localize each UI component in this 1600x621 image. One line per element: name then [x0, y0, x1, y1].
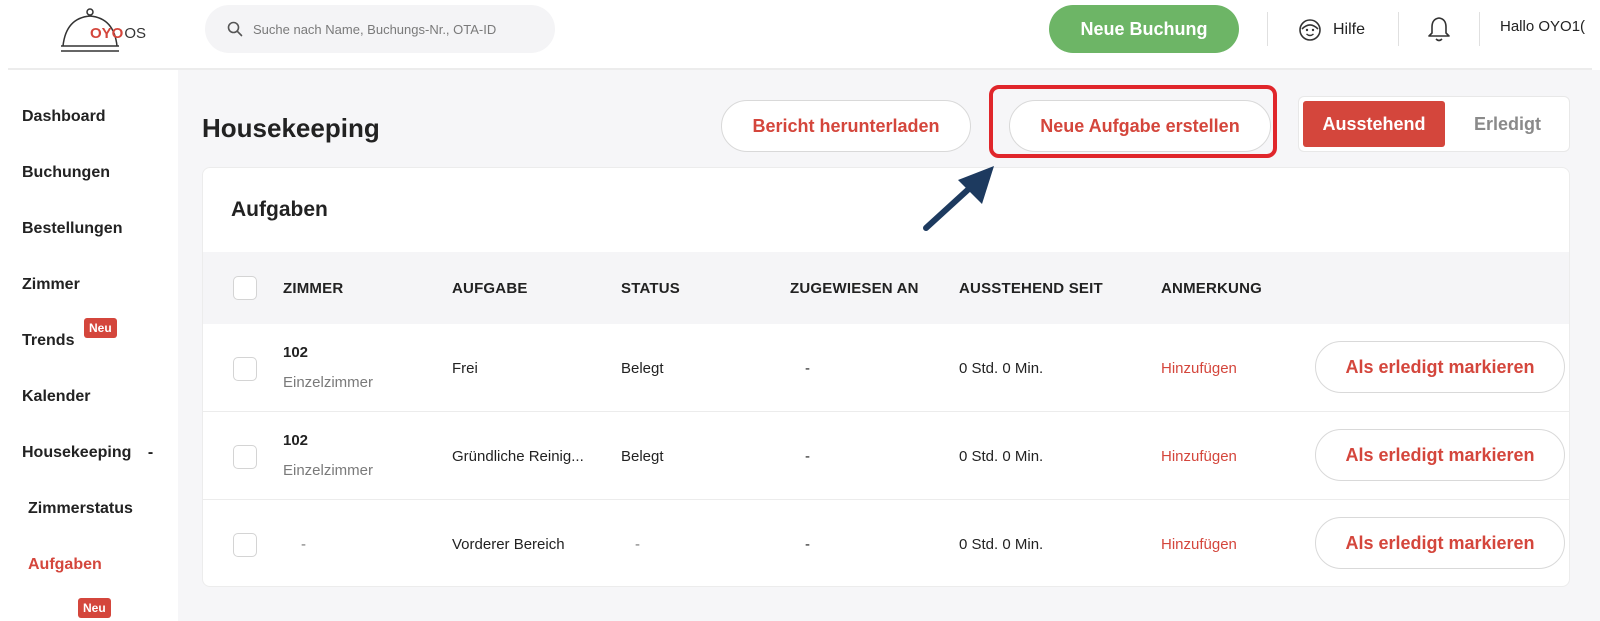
row-checkbox[interactable] — [233, 357, 257, 381]
sidebar-item-orders[interactable]: Bestellungen — [22, 220, 122, 238]
table-row: 102 Einzelzimmer Gründliche Reinig... Be… — [203, 412, 1569, 500]
mark-done-button[interactable]: Als erledigt markieren — [1315, 429, 1565, 481]
sidebar-item-bookings[interactable]: Buchungen — [22, 164, 110, 182]
oyo-os-logo[interactable]: OYOOS — [58, 4, 158, 56]
header-divider — [1398, 12, 1399, 46]
header-divider — [1479, 12, 1480, 46]
highlight-box — [989, 85, 1277, 158]
collapse-indicator: - — [147, 444, 154, 461]
task-name: Frei — [452, 360, 478, 377]
room-status: - — [635, 536, 640, 553]
tab-pending[interactable]: Ausstehend — [1303, 101, 1445, 147]
assigned-to: - — [805, 536, 810, 553]
tasks-card: Aufgaben ZIMMER AUFGABE STATUS ZUGEWIESE… — [202, 167, 1570, 587]
table-row: - Vorderer Bereich - - 0 Std. 0 Min. Hin… — [203, 500, 1569, 586]
help-link[interactable]: Hilfe — [1297, 17, 1365, 43]
sidebar-item-housekeeping[interactable]: Housekeeping - — [22, 444, 153, 462]
header-divider — [1267, 12, 1268, 46]
sidebar-item-tasks[interactable]: Aufgaben — [28, 556, 102, 574]
mark-done-button[interactable]: Als erledigt markieren — [1315, 341, 1565, 393]
select-all-checkbox[interactable] — [233, 276, 257, 300]
user-greeting[interactable]: Hallo OYO1( — [1500, 18, 1585, 35]
help-face-icon — [1299, 19, 1321, 41]
column-header: ANMERKUNG — [1161, 280, 1262, 297]
table-header: ZIMMER AUFGABE STATUS ZUGEWIESEN AN AUSS… — [203, 252, 1569, 324]
sidebar-item-calendar[interactable]: Kalender — [22, 388, 90, 406]
logo-wordmark: OYOOS — [90, 25, 146, 42]
column-header: ZUGEWIESEN AN — [790, 280, 919, 297]
new-booking-button[interactable]: Neue Buchung — [1049, 5, 1239, 53]
mark-done-button[interactable]: Als erledigt markieren — [1315, 517, 1565, 569]
task-name: Vorderer Bereich — [452, 536, 565, 553]
sidebar-item-trends[interactable]: Trends — [22, 332, 74, 350]
help-label: Hilfe — [1333, 21, 1366, 38]
sidebar-item-dashboard[interactable]: Dashboard — [22, 108, 106, 126]
task-name: Gründliche Reinig... — [452, 448, 584, 465]
pending-since: 0 Std. 0 Min. — [959, 448, 1044, 465]
search-icon — [227, 21, 243, 37]
top-header: OYOOS Neue Buchung Hilfe Hallo OYO1( — [0, 0, 1600, 70]
room-number: 102 — [283, 344, 309, 361]
room-number: - — [301, 536, 306, 553]
room-type: Einzelzimmer — [283, 374, 374, 391]
add-note-link[interactable]: Hinzufügen — [1161, 536, 1237, 553]
pending-since: 0 Std. 0 Min. — [959, 536, 1044, 553]
annotation-arrow-icon — [920, 166, 1000, 239]
card-title: Aufgaben — [231, 198, 328, 221]
table-row: 102 Einzelzimmer Frei Belegt - 0 Std. 0 … — [203, 324, 1569, 412]
page-title: Housekeeping — [202, 113, 380, 143]
sidebar-nav: Dashboard Buchungen Bestellungen Zimmer … — [0, 70, 178, 621]
sidebar-item-label: Housekeeping — [22, 444, 132, 461]
pending-since: 0 Std. 0 Min. — [959, 360, 1044, 377]
room-number: 102 — [283, 432, 309, 449]
column-header: AUFGABE — [452, 280, 528, 297]
logo-brand: OYO — [90, 25, 124, 42]
room-status: Belegt — [621, 448, 664, 465]
row-checkbox[interactable] — [233, 533, 257, 557]
column-header: ZIMMER — [283, 280, 344, 297]
new-badge: Neu — [84, 318, 117, 338]
tab-done[interactable]: Erledigt — [1450, 101, 1565, 147]
sidebar-item-rooms[interactable]: Zimmer — [22, 276, 80, 294]
column-header: STATUS — [621, 280, 680, 297]
column-header: AUSSTEHEND SEIT — [959, 280, 1103, 297]
sidebar-item-room-status[interactable]: Zimmerstatus — [28, 500, 133, 518]
new-badge: Neu — [78, 598, 111, 618]
room-status: Belegt — [621, 360, 664, 377]
add-note-link[interactable]: Hinzufügen — [1161, 448, 1237, 465]
add-note-link[interactable]: Hinzufügen — [1161, 360, 1237, 377]
row-checkbox[interactable] — [233, 445, 257, 469]
room-type: Einzelzimmer — [283, 462, 374, 479]
notification-bell-icon[interactable] — [1427, 15, 1451, 48]
search-input[interactable] — [253, 21, 553, 37]
search-bar[interactable] — [205, 5, 555, 53]
logo-suffix: OS — [124, 25, 147, 42]
download-report-button[interactable]: Bericht herunterladen — [721, 100, 971, 152]
assigned-to: - — [805, 360, 810, 377]
assigned-to: - — [805, 448, 810, 465]
